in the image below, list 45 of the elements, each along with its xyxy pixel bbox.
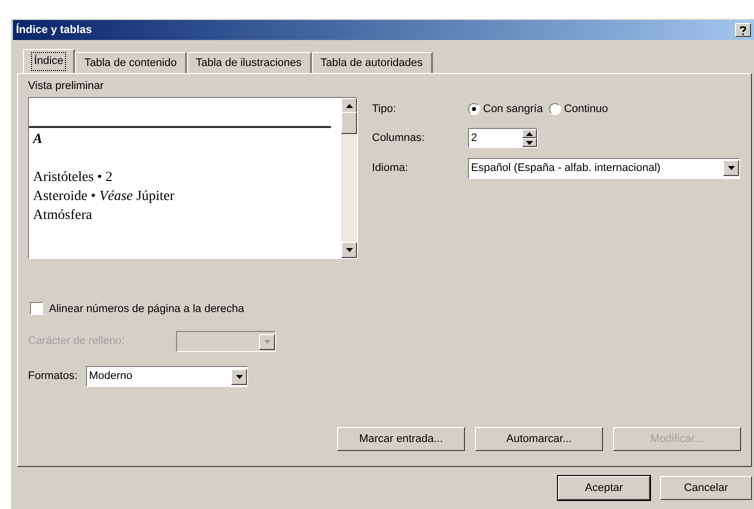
dropdown-button[interactable] — [231, 368, 247, 384]
preview-label: Vista preliminar — [28, 79, 105, 94]
columns-spinner[interactable]: 2 — [468, 128, 538, 148]
radio-button[interactable] — [548, 103, 561, 115]
arrow-up-icon — [346, 104, 352, 108]
caret-icon — [236, 374, 242, 378]
radio-option[interactable]: Con sangría — [468, 100, 543, 118]
caret-icon — [728, 166, 734, 170]
scroll-thumb[interactable] — [341, 112, 357, 134]
leader-dropdown[interactable] — [176, 331, 276, 352]
scroll-down-button[interactable] — [341, 242, 357, 258]
help-icon — [740, 26, 746, 34]
type-label: Tipo: — [372, 102, 398, 117]
arrow-up-icon — [526, 132, 533, 136]
scroll-up-button[interactable] — [341, 98, 357, 114]
dialog-button[interactable]: Cancelar — [660, 476, 752, 500]
preview-entry: Aristóteles • 2 — [32, 168, 114, 186]
tab[interactable]: Índice — [23, 49, 76, 73]
spin-down-button[interactable] — [522, 138, 537, 147]
tab[interactable]: Tabla de contenido — [75, 52, 187, 73]
formats-label: Formatos: — [28, 369, 79, 384]
arrow-down-icon — [346, 248, 352, 252]
dropdown-button[interactable] — [723, 160, 739, 176]
spin-up-button[interactable] — [522, 129, 537, 138]
columns-label: Columnas: — [372, 130, 426, 146]
tab[interactable]: Tabla de autoridades — [312, 52, 433, 73]
dropdown-button[interactable] — [259, 334, 275, 350]
preview-entry: Atmósfera — [32, 206, 94, 224]
window-title: Índice y tablas — [16, 22, 92, 38]
checkbox[interactable] — [30, 302, 43, 316]
help-button[interactable] — [735, 23, 751, 37]
radio-button[interactable] — [468, 103, 480, 115]
tab[interactable]: Tabla de ilustraciones — [186, 52, 312, 73]
language-dropdown[interactable]: Español (España - alfab. internacional) — [468, 158, 740, 178]
panel-button[interactable]: Marcar entrada... — [337, 427, 465, 451]
dialog-button[interactable]: Aceptar — [558, 476, 650, 500]
caret-icon — [264, 340, 270, 344]
align-checkbox-row[interactable]: Alinear números de página a la derecha — [30, 300, 741, 317]
language-label: Idioma: — [372, 160, 410, 176]
preview-heading: A — [31, 130, 44, 148]
panel-button[interactable]: Automarcar... — [475, 427, 603, 451]
formats-dropdown[interactable]: Moderno — [86, 366, 248, 387]
radio-option[interactable]: Continuo — [548, 100, 608, 118]
preview-entry: Asteroide • Véase Júpiter — [32, 188, 176, 206]
arrow-down-icon — [526, 140, 533, 144]
